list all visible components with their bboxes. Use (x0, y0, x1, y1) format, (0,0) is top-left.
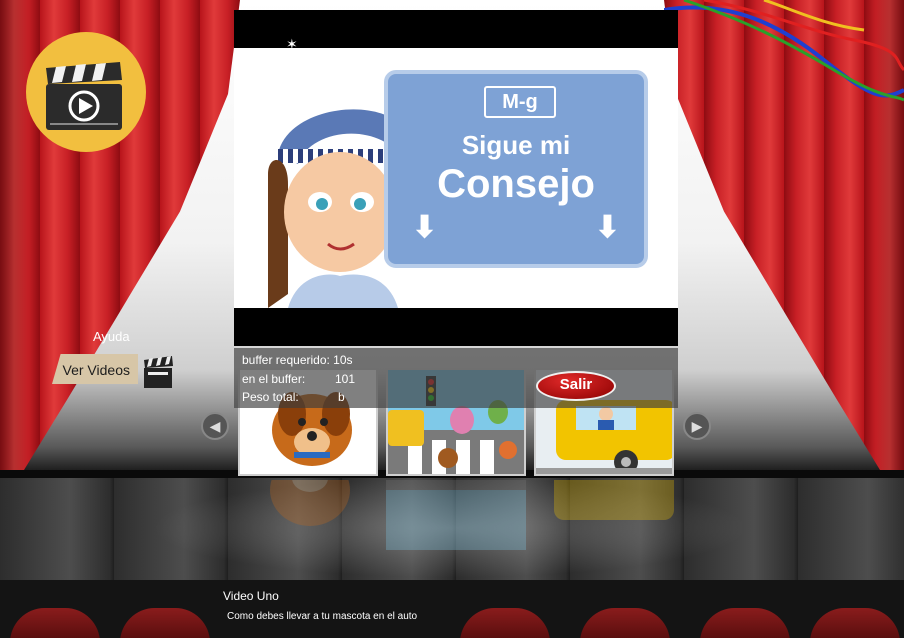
seat (120, 608, 210, 638)
total-weight-value: b (338, 390, 345, 404)
video-description: Como debes llevar a tu mascota en el aut… (227, 611, 418, 622)
dog-thumbnail-reflection (238, 480, 378, 550)
school-bus-thumbnail-reflection (534, 480, 674, 550)
seat (460, 608, 550, 638)
in-buffer-value: 101 (335, 372, 356, 386)
buffer-required-label: buffer requerido: 10s (242, 353, 353, 367)
seat (10, 608, 100, 638)
seat (580, 608, 670, 638)
help-link[interactable]: Ayuda (93, 329, 130, 344)
chevron-right-icon: ▶ (691, 418, 703, 434)
clapperboard-play-icon (46, 62, 122, 130)
video-frame-image: M-g Sigue mi Consejo ⬇ ⬇ (234, 48, 678, 308)
carousel-prev-button[interactable]: ◀ (201, 412, 229, 440)
sign-line-2: Consejo (437, 162, 595, 206)
sign-line-1: Sigue mi (461, 130, 571, 160)
arrow-down-icon: ⬇ (594, 211, 620, 244)
buffer-info-panel: buffer requerido: 10s en el buffer: 101 … (234, 348, 678, 408)
view-videos-button[interactable]: Ver Videos (52, 354, 138, 384)
clapperboard-icon (144, 356, 173, 388)
seat (700, 608, 790, 638)
decorative-wires (664, 0, 904, 102)
video-player[interactable]: ✶ M-g Sigue mi Consejo ⬇ ⬇ (234, 10, 678, 346)
video-title: Video Uno (223, 589, 279, 603)
app-logo (26, 32, 146, 152)
sign-badge: M-g (484, 86, 556, 118)
chevron-left-icon: ◀ (209, 418, 221, 434)
carousel-next-button[interactable]: ▶ (683, 412, 711, 440)
seat (810, 608, 900, 638)
arrow-down-icon: ⬇ (412, 211, 438, 244)
exit-button[interactable]: Salir (536, 371, 616, 401)
crosswalk-thumbnail-reflection (386, 480, 526, 550)
theater-stage: ✶ M-g Sigue mi Consejo ⬇ ⬇ Ayuda Ver Vid… (0, 0, 904, 638)
audience-seats (0, 580, 904, 638)
total-weight-label: Peso total: (242, 390, 299, 404)
advice-sign: M-g Sigue mi Consejo ⬇ ⬇ (384, 70, 648, 268)
in-buffer-label: en el buffer: (242, 372, 306, 386)
left-curtain-shadow (0, 0, 30, 470)
